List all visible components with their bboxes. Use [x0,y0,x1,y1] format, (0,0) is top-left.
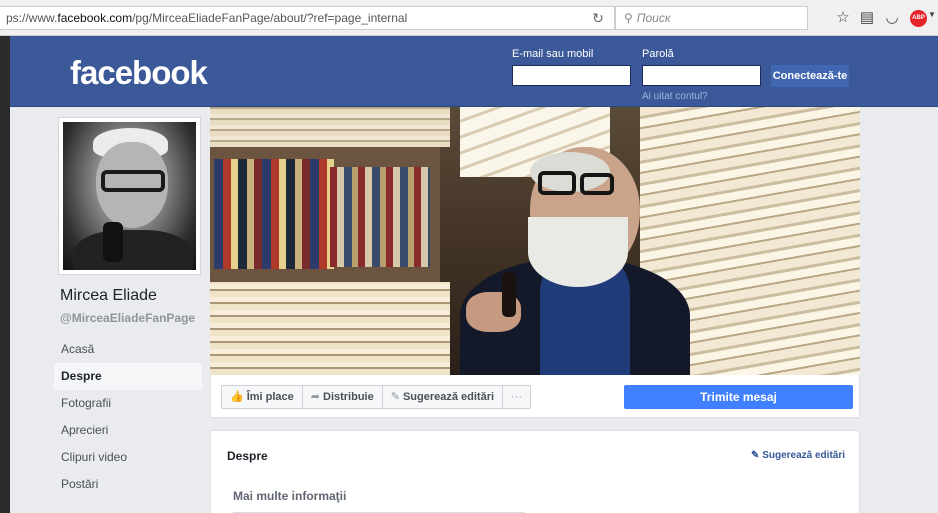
password-field[interactable] [642,65,761,86]
url-host: facebook.com [57,11,133,25]
reading-list-icon[interactable]: ▤ [858,9,876,27]
pencil-icon: ✎ [751,450,760,461]
thumbs-up-icon: 👍 [230,391,244,403]
page-handle[interactable]: @MirceaEliadeFanPage [60,311,195,325]
password-label: Parolă [642,48,674,60]
like-button[interactable]: 👍 Îmi place [222,386,303,408]
nav-item-posts[interactable]: Postări [54,471,202,498]
more-dots-icon: ··· [511,391,523,403]
cover-photo[interactable] [210,107,860,375]
page-nav: Acasă Despre Fotografii Aprecieri Clipur… [54,336,202,498]
reload-icon[interactable]: ↻ [589,9,607,27]
send-message-button[interactable]: Trimite mesaj [624,385,853,409]
adblock-icon[interactable]: ABP [910,10,927,27]
like-label: Îmi place [246,391,294,403]
nav-item-videos[interactable]: Clipuri video [54,444,202,471]
page-actions: 👍 Îmi place ➦ Distribuie ✎ Sugerează edităr… [221,385,532,409]
more-info-heading: Mai multe informaţii [233,489,347,503]
profile-picture[interactable] [58,117,201,275]
nav-item-photos[interactable]: Fotografii [54,390,202,417]
suggest-edits-label: Sugerează editări [762,450,845,461]
bookmark-star-icon[interactable]: ☆ [834,9,852,27]
page-title[interactable]: Mircea Eliade [60,287,157,305]
chevron-down-icon[interactable]: ▼ [928,10,936,19]
facebook-header: facebook E-mail sau mobil Parolă Conecte… [10,36,938,107]
nav-item-likes[interactable]: Aprecieri [54,417,202,444]
about-section: Despre ✎ Sugerează editări Mai multe inf… [210,430,860,513]
nav-item-about[interactable]: Despre [54,363,202,390]
nav-item-home[interactable]: Acasă [54,336,202,363]
pocket-icon[interactable]: ◡ [883,9,901,27]
email-label: E-mail sau mobil [512,48,594,60]
suggest-edits-button[interactable]: ✎ Sugerează editări [383,386,504,408]
login-button[interactable]: Conectează-te [771,65,849,87]
suggest-label: Sugerează editări [402,391,495,403]
page-body: Mircea Eliade @MirceaEliadeFanPage Acasă… [10,107,938,513]
share-label: Distribuie [323,391,374,403]
address-bar[interactable]: ps://www.facebook.com/pg/MirceaEliadeFan… [0,6,615,30]
pencil-icon: ✎ [390,391,400,403]
url-prefix: ps://www. [6,11,58,25]
browser-toolbar: ps://www.facebook.com/pg/MirceaEliadeFan… [0,0,938,36]
profile-photo [63,122,196,270]
search-icon: ⚲ [624,11,633,25]
forgot-account-link[interactable]: Ai uitat contul? [642,91,708,102]
email-field[interactable] [512,65,631,86]
share-button[interactable]: ➦ Distribuie [303,386,383,408]
adblock-label: ABP [912,15,925,21]
search-placeholder: Поиск [636,11,671,25]
browser-search-input[interactable]: ⚲ Поиск [615,6,808,30]
suggest-edits-link[interactable]: ✎ Sugerează editări [751,450,845,461]
about-title: Despre [227,449,268,463]
more-options-button[interactable]: ··· [503,386,530,408]
url-path: /pg/MirceaEliadeFanPage/about/?ref=page_… [132,11,408,25]
facebook-logo[interactable]: facebook [70,54,208,92]
page-action-bar: 👍 Îmi place ➦ Distribuie ✎ Sugerează edităr… [210,375,860,418]
share-arrow-icon: ➦ [310,391,320,403]
